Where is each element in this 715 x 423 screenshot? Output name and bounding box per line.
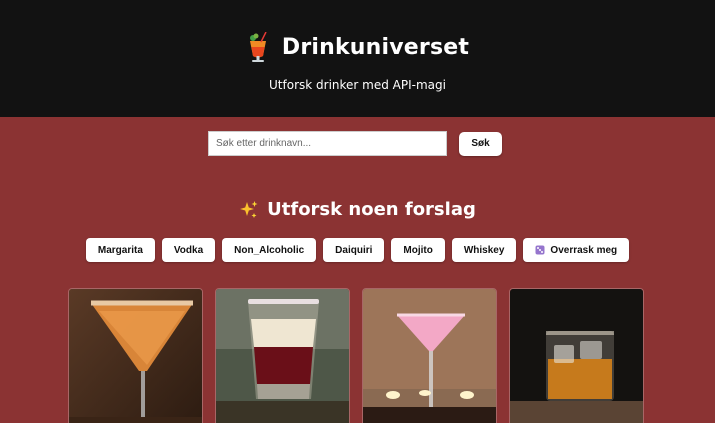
- whiskey-glass-image: [510, 289, 643, 423]
- app-title: Drinkuniverset: [281, 34, 470, 60]
- chip-non-alcoholic[interactable]: Non_Alcoholic: [222, 238, 317, 262]
- chip-vodka[interactable]: Vodka: [161, 238, 216, 262]
- drink-card-grid: [68, 288, 644, 423]
- tropical-drink-icon: [249, 32, 267, 62]
- surprise-me-button[interactable]: Overrask meg: [523, 238, 630, 262]
- dice-icon: [535, 245, 545, 255]
- drink-card[interactable]: [215, 288, 350, 423]
- chip-daiquiri[interactable]: Daiquiri: [323, 238, 385, 262]
- page-header: Drinkuniverset Utforsk drinker med API-m…: [0, 0, 715, 117]
- drink-card[interactable]: [509, 288, 644, 423]
- search-bar: Søk: [208, 131, 502, 156]
- layered-shot-image: [216, 289, 349, 423]
- pink-martini-image: [363, 289, 496, 423]
- chip-mojito[interactable]: Mojito: [391, 238, 445, 262]
- title-row: Drinkuniverset: [0, 32, 715, 62]
- chip-margarita[interactable]: Margarita: [85, 238, 155, 262]
- suggestions-heading: Utforsk noen forslag: [0, 199, 715, 220]
- suggestions-title: Utforsk noen forslag: [267, 199, 476, 220]
- drink-card[interactable]: [362, 288, 497, 423]
- chip-whiskey[interactable]: Whiskey: [451, 238, 517, 262]
- drink-card[interactable]: [68, 288, 203, 423]
- search-button[interactable]: Søk: [459, 131, 502, 156]
- search-input[interactable]: [208, 131, 447, 156]
- orange-cocktail-image: [69, 289, 202, 423]
- app-subtitle: Utforsk drinker med API-magi: [269, 78, 446, 92]
- surprise-me-label: Overrask meg: [550, 244, 618, 256]
- sparkles-icon: [240, 200, 258, 218]
- suggestion-chips: Margarita Vodka Non_Alcoholic Daiquiri M…: [0, 238, 715, 262]
